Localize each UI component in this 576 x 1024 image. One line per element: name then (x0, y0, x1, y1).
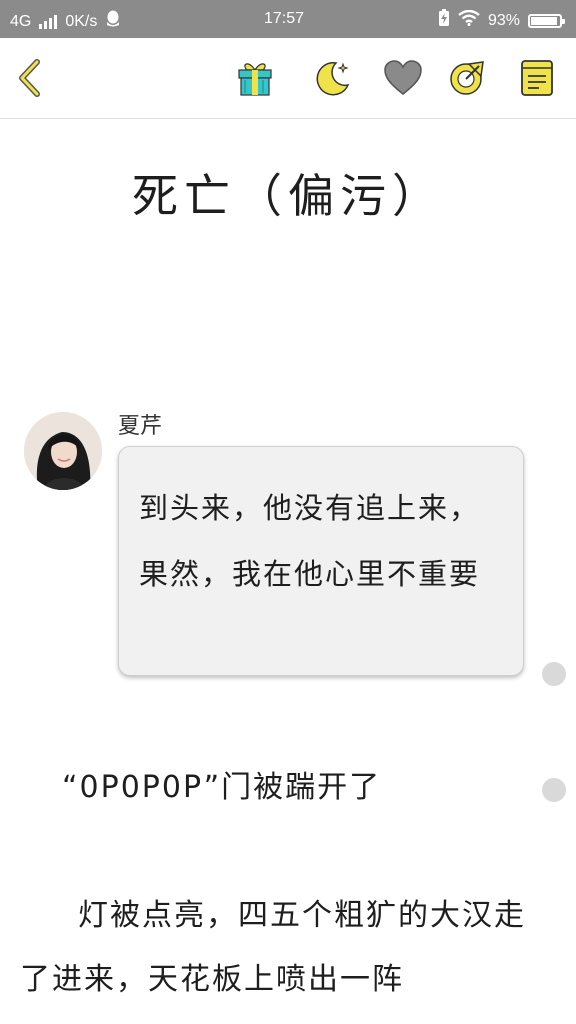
back-button[interactable] (8, 56, 52, 100)
avatar-image (24, 412, 102, 490)
network-speed: 0K/s (65, 12, 98, 30)
story-paragraph: “0P0P0P”门被踹开了 (62, 770, 382, 805)
battery-percent: 93% (487, 11, 520, 29)
night-mode-button[interactable] (310, 56, 354, 100)
signal-icon (39, 14, 58, 29)
network-type: 4G (10, 12, 32, 30)
speaker-name: 夏芹 (118, 414, 163, 439)
status-right: 93% (438, 9, 565, 32)
dialogue-bubble: 到头来，他没有追上来，果然，我在他心里不重要 (118, 446, 524, 676)
paragraph-comment-dot[interactable] (542, 662, 566, 686)
share-button[interactable] (445, 56, 489, 100)
speaker-avatar (24, 412, 102, 490)
battery-charging-icon (438, 9, 450, 32)
status-bar: 4G 0K/s 17:57 93% (0, 0, 576, 38)
chevron-left-icon (19, 59, 40, 97)
paragraph-comment-dot[interactable] (542, 778, 566, 802)
story-paragraph: 灯被点亮，四五个粗犷的大汉走了进来，天花板上喷出一阵 (20, 898, 526, 997)
moon-icon (316, 62, 350, 96)
status-left: 4G 0K/s (10, 10, 121, 33)
chapter-title: 死亡（偏污） (132, 169, 444, 223)
favorite-button[interactable] (381, 56, 425, 100)
share-icon (450, 61, 484, 95)
clock: 17:57 (264, 10, 305, 27)
battery-fill (531, 16, 557, 25)
wifi-icon (458, 9, 480, 31)
gift-icon (238, 63, 272, 96)
battery-icon (528, 13, 565, 28)
gift-button[interactable] (233, 56, 277, 100)
heart-icon (384, 60, 422, 95)
book-icon (521, 60, 553, 96)
qq-icon (105, 10, 121, 33)
catalog-button[interactable] (515, 56, 559, 100)
dialogue-text: 到头来，他没有追上来，果然，我在他心里不重要 (139, 491, 481, 591)
reader-toolbar (0, 38, 576, 119)
